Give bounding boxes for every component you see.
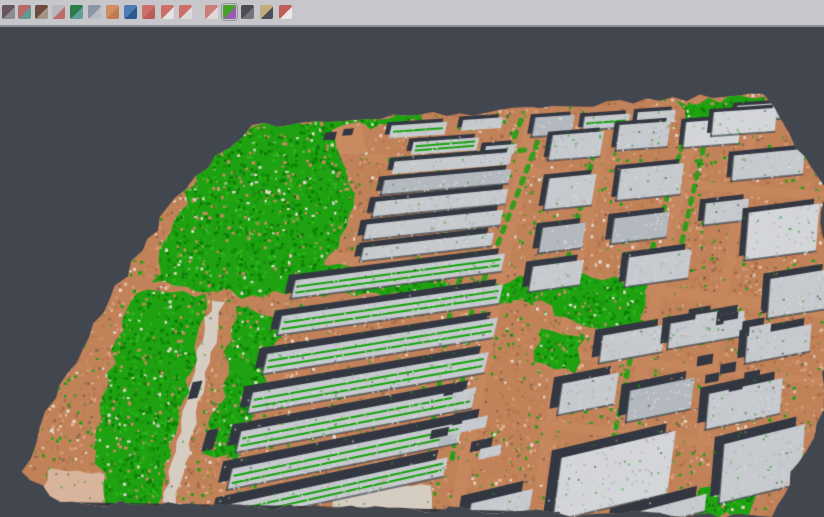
pan-icon[interactable] <box>2 5 15 19</box>
region-select-icon[interactable] <box>179 5 192 19</box>
texture-icon[interactable] <box>260 5 273 19</box>
mesh-icon[interactable] <box>241 5 254 19</box>
target-icon[interactable] <box>161 5 174 19</box>
ruler-icon[interactable] <box>88 5 101 19</box>
vegetation-icon[interactable] <box>70 5 83 19</box>
markers-icon[interactable] <box>52 5 65 19</box>
move-region-icon[interactable] <box>18 5 31 19</box>
orthophoto-icon[interactable] <box>106 5 119 19</box>
layers-icon[interactable] <box>142 5 155 19</box>
flag-icon[interactable] <box>279 5 292 19</box>
classification-icon[interactable] <box>223 5 236 19</box>
dense-cloud-icon[interactable] <box>205 5 218 19</box>
point-cloud-canvas[interactable] <box>0 27 824 517</box>
globe-icon[interactable] <box>124 5 137 19</box>
toolbar <box>0 0 824 27</box>
viewport-3d[interactable] <box>0 27 824 517</box>
application-window: { "window": { "toolbar": { "background":… <box>0 0 824 517</box>
terrain-icon[interactable] <box>35 5 48 19</box>
